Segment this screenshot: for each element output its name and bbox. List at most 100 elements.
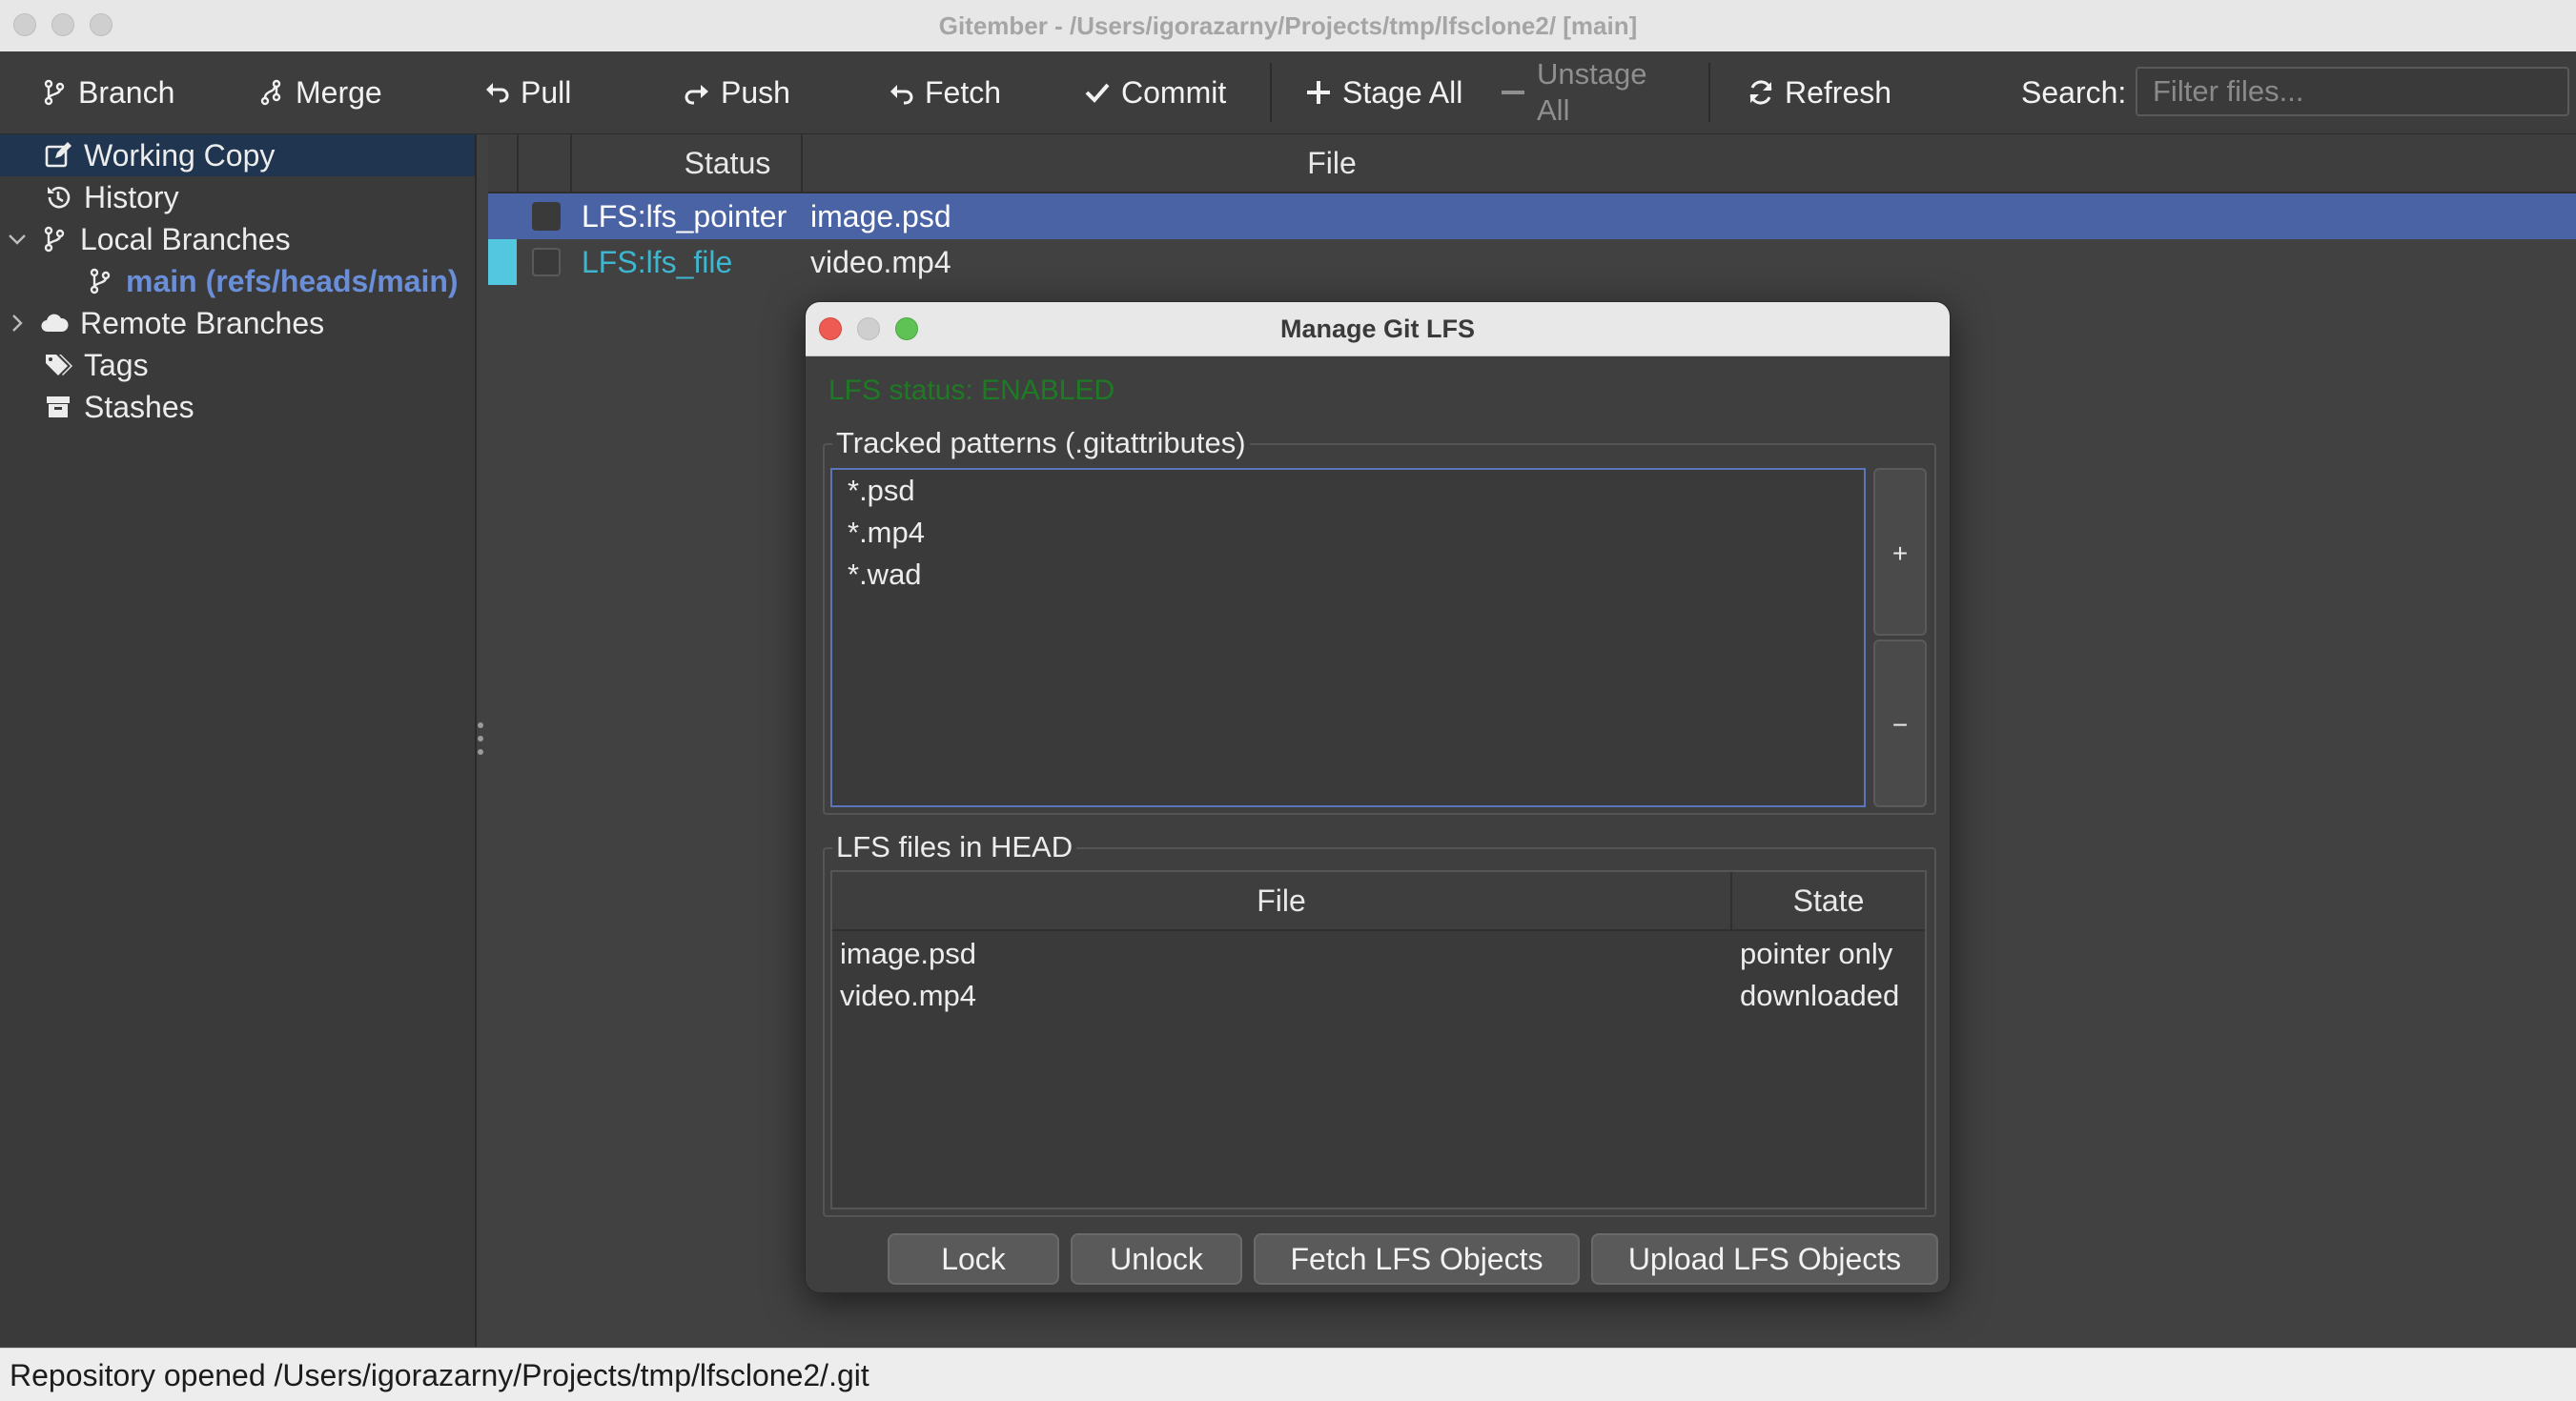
unlock-button[interactable]: Unlock <box>1071 1233 1242 1285</box>
status-text: Repository opened /Users/igorazarny/Proj… <box>10 1358 869 1392</box>
sidebar-item-tags[interactable]: Tags <box>0 344 149 386</box>
tracked-patterns-list[interactable]: *.psd *.mp4 *.wad <box>830 468 1866 807</box>
sidebar-item-label: Tags <box>84 347 149 382</box>
sidebar-item-working-copy[interactable]: Working Copy <box>0 134 475 176</box>
sidebar-item-local-branches[interactable]: Local Branches <box>0 218 291 260</box>
sidebar: Working Copy History Local Branches main… <box>0 134 477 1347</box>
file-name: video.mp4 <box>810 245 951 279</box>
table-row[interactable]: LFS:lfs_file video.mp4 <box>488 239 2576 285</box>
splitter-dot <box>478 722 483 728</box>
stage-all-label: Stage All <box>1342 74 1463 110</box>
table-row[interactable]: image.psd pointer only <box>832 933 1925 975</box>
lfs-file-name: image.psd <box>840 937 977 970</box>
chevron-right-icon[interactable] <box>6 312 29 335</box>
search-input[interactable] <box>2136 67 2569 116</box>
minus-icon <box>1502 91 1524 94</box>
window-title: Gitember - /Users/igorazarny/Projects/tm… <box>938 11 1638 40</box>
unstage-all-button[interactable]: Unstage All <box>1499 51 1646 133</box>
sidebar-item-main-branch[interactable]: main (refs/heads/main) <box>0 260 459 302</box>
pattern-item[interactable]: *.wad <box>848 554 922 596</box>
fetch-label: Fetch <box>925 74 1002 110</box>
sidebar-item-label: Stashes <box>84 389 194 424</box>
table-row[interactable]: video.mp4 downloaded <box>832 975 1925 1017</box>
pull-button[interactable]: Pull <box>482 51 571 133</box>
lfs-files-table-header: File State <box>832 872 1925 931</box>
lfs-file-state: downloaded <box>1740 979 1900 1012</box>
upload-lfs-objects-button[interactable]: Upload LFS Objects <box>1591 1233 1938 1285</box>
git-merge-icon <box>260 79 281 106</box>
table-row[interactable]: LFS:lfs_pointer image.psd <box>488 193 2576 239</box>
lfs-files-table: File State image.psd pointer only video.… <box>830 870 1927 1209</box>
git-branch-icon <box>90 268 111 294</box>
push-button[interactable]: Push <box>683 51 790 133</box>
search-label: Search: <box>2021 75 2127 110</box>
push-label: Push <box>721 74 790 110</box>
column-header-file[interactable]: File <box>803 134 1861 192</box>
remove-pattern-button[interactable]: − <box>1873 640 1927 807</box>
stage-all-button[interactable]: Stage All <box>1304 51 1462 133</box>
edit-icon <box>45 142 72 168</box>
fetch-button[interactable]: Fetch <box>887 51 1001 133</box>
branch-button[interactable]: Branch <box>40 51 174 133</box>
pattern-item[interactable]: *.mp4 <box>848 512 925 554</box>
refresh-button[interactable]: Refresh <box>1747 51 1891 133</box>
forward-arrow-icon <box>685 85 708 105</box>
sidebar-item-label: Working Copy <box>84 137 276 173</box>
undo-arrow-icon <box>486 83 509 103</box>
commit-button[interactable]: Commit <box>1083 51 1226 133</box>
title-bar: Gitember - /Users/igorazarny/Projects/tm… <box>0 0 2576 52</box>
file-status: LFS:lfs_file <box>582 245 733 279</box>
tags-icon <box>46 355 72 376</box>
lfs-file-marker <box>488 239 517 285</box>
git-branch-icon <box>44 226 65 253</box>
unstage-all-label-line1: Unstage <box>1537 57 1647 91</box>
lfs-status-text: LFS status: ENABLED <box>828 375 1115 406</box>
pull-label: Pull <box>521 74 572 110</box>
file-status: LFS:lfs_pointer <box>582 199 787 234</box>
sidebar-item-label: History <box>84 179 179 214</box>
toolbar-separator <box>1270 63 1272 122</box>
lfs-file-state: pointer only <box>1740 937 1893 970</box>
plus-icon <box>1307 81 1330 104</box>
toolbar-separator <box>1708 63 1710 122</box>
check-icon <box>1085 83 1110 103</box>
toolbar: Branch Merge Pull Push Fetch Commit Stag… <box>0 51 2576 134</box>
status-bar: Repository opened /Users/igorazarny/Proj… <box>0 1348 2576 1401</box>
refresh-label: Refresh <box>1785 74 1892 110</box>
chevron-down-icon[interactable] <box>6 228 29 251</box>
merge-label: Merge <box>296 74 382 110</box>
fetch-lfs-objects-button[interactable]: Fetch LFS Objects <box>1254 1233 1580 1285</box>
splitter-handle[interactable] <box>475 721 484 759</box>
sidebar-item-stashes[interactable]: Stashes <box>0 386 194 428</box>
stage-checkbox[interactable] <box>532 202 561 231</box>
lfs-file-name: video.mp4 <box>840 979 977 1012</box>
refresh-icon <box>1749 80 1772 105</box>
column-header-state[interactable]: State <box>1732 872 1925 929</box>
git-branch-icon <box>44 79 65 106</box>
splitter-dot <box>478 736 483 741</box>
archive-box-icon <box>47 396 70 417</box>
add-pattern-button[interactable]: + <box>1873 468 1927 636</box>
dialog-title-bar: Manage Git LFS <box>806 302 1950 356</box>
sidebar-item-label: Local Branches <box>80 221 291 256</box>
file-name: image.psd <box>810 199 951 234</box>
sidebar-item-history[interactable]: History <box>0 176 179 218</box>
stage-checkbox[interactable] <box>532 248 561 276</box>
unstage-all-label-line2: All <box>1537 93 1570 127</box>
sidebar-item-label: Remote Branches <box>80 305 325 340</box>
dialog-title: Manage Git LFS <box>1279 315 1476 343</box>
files-table-header: Status File <box>488 134 2576 193</box>
app-window: Gitember - /Users/igorazarny/Projects/tm… <box>0 0 2576 1401</box>
lfs-files-title: LFS files in HEAD <box>832 830 1077 864</box>
sidebar-item-remote-branches[interactable]: Remote Branches <box>0 302 324 344</box>
column-separator <box>517 134 519 192</box>
manage-git-lfs-dialog: Manage Git LFS LFS status: ENABLED Track… <box>805 301 1951 1293</box>
tracked-patterns-title: Tracked patterns (.gitattributes) <box>832 426 1250 460</box>
splitter-dot <box>478 749 483 755</box>
cloud-icon <box>41 314 69 333</box>
lock-button[interactable]: Lock <box>888 1233 1059 1285</box>
pattern-item[interactable]: *.psd <box>848 470 915 512</box>
merge-button[interactable]: Merge <box>257 51 382 133</box>
column-header-file[interactable]: File <box>832 872 1730 929</box>
history-icon <box>48 186 71 209</box>
